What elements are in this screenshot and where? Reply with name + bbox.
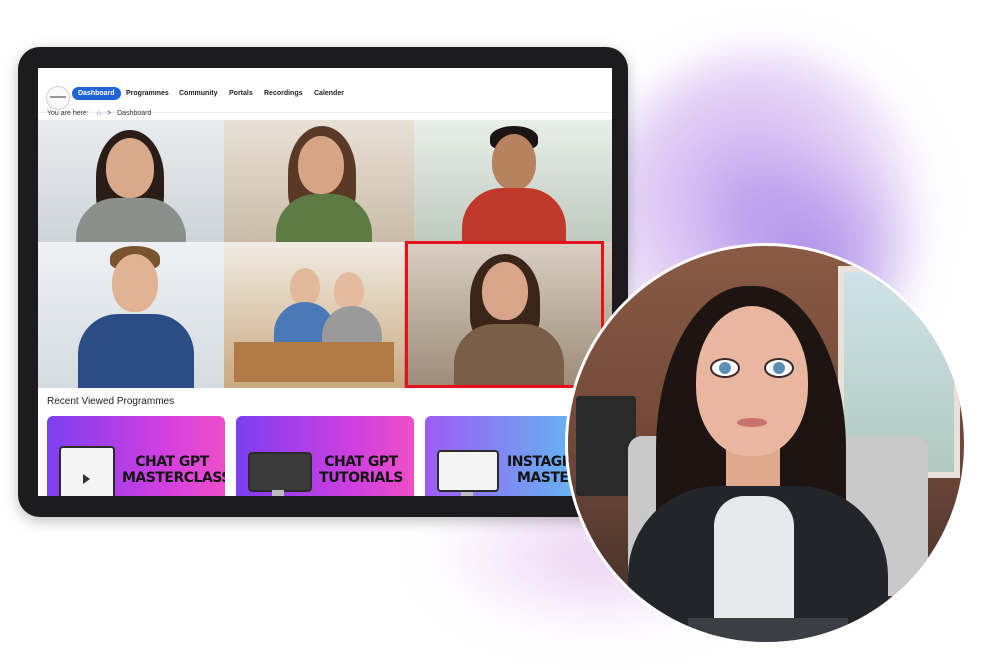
nav-portals[interactable]: Portals: [229, 90, 253, 97]
programme-card[interactable]: CHAT GPT TUTORIALS: [236, 416, 414, 496]
breadcrumb-prefix: You are here:: [47, 110, 89, 117]
play-icon: [83, 474, 90, 484]
monitor-stand: [461, 492, 473, 496]
card-title: CHAT GPT MASTERCLASS: [122, 454, 225, 486]
video-call-grid: [38, 120, 612, 388]
card-title: CHAT GPT TUTORIALS: [319, 454, 403, 486]
brand-logo[interactable]: [46, 86, 70, 110]
monitor-thumbnail: [248, 452, 312, 492]
avatar-eye-right: [764, 358, 794, 378]
video-tile[interactable]: [38, 120, 224, 242]
breadcrumb-current: Dashboard: [117, 110, 152, 117]
video-tile[interactable]: [38, 242, 224, 388]
nav-dashboard[interactable]: Dashboard: [72, 87, 121, 100]
video-tile[interactable]: [414, 120, 612, 242]
programme-card[interactable]: CHAT GPT MASTERCLASS: [47, 416, 225, 496]
ai-avatar-portrait: [568, 246, 964, 642]
avatar-laptop: [688, 618, 848, 642]
active-speaker-frame: [405, 241, 604, 388]
nav-programmes[interactable]: Programmes: [126, 90, 169, 97]
chevron-right-icon: >: [107, 110, 112, 117]
app-screen: Dashboard Programmes Community Portals R…: [38, 68, 612, 496]
video-tile[interactable]: [224, 242, 404, 388]
nav-calender[interactable]: Calender: [314, 90, 344, 97]
top-navigation: Dashboard Programmes Community Portals R…: [38, 80, 612, 113]
section-title: Recent Viewed Programmes: [47, 396, 175, 407]
nav-recordings[interactable]: Recordings: [264, 90, 303, 97]
monitor-thumbnail: [437, 450, 499, 492]
avatar-lips: [737, 418, 767, 427]
monitor-stand: [272, 490, 284, 496]
video-tile[interactable]: [224, 120, 414, 242]
background-monitor: [576, 396, 636, 496]
breadcrumb: You are here: ⌂ > Dashboard: [47, 110, 151, 117]
nav-community[interactable]: Community: [179, 90, 218, 97]
avatar-eye-left: [710, 358, 740, 378]
avatar-face: [696, 306, 808, 456]
home-icon[interactable]: ⌂: [97, 110, 101, 117]
tablet-thumbnail: [59, 446, 115, 496]
